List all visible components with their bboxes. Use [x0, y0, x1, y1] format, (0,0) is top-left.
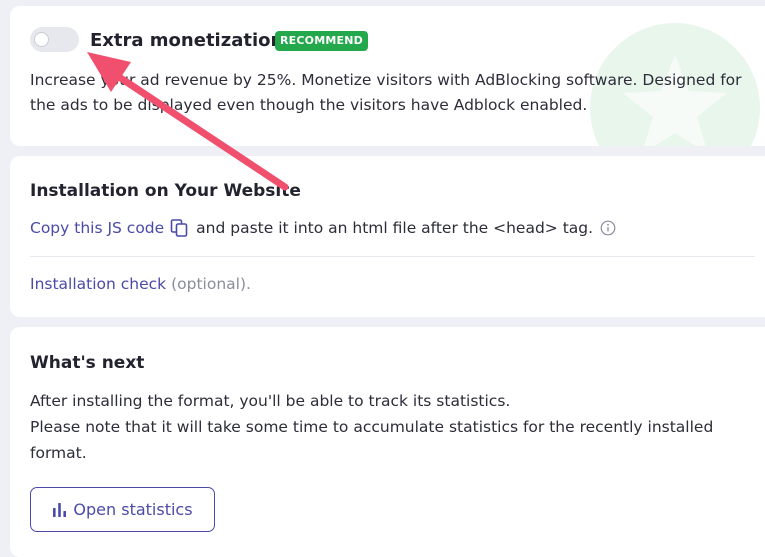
installation-card: Installation on Your Website Copy this J…	[10, 156, 765, 317]
whats-next-line-2: Please note that it will take some time …	[30, 418, 714, 462]
info-icon[interactable]	[600, 220, 616, 236]
installation-check-line: Installation check (optional).	[30, 275, 251, 293]
installation-instructions: Copy this JS code and paste it into an h…	[30, 219, 616, 237]
whats-next-title: What's next	[30, 353, 145, 373]
toggle-knob	[34, 32, 49, 47]
installation-check-optional: (optional).	[171, 275, 251, 293]
copy-icon[interactable]	[170, 219, 190, 237]
extra-monetization-card: Extra monetization RECOMMEND Increase yo…	[10, 6, 765, 146]
bar-chart-icon	[53, 503, 67, 517]
installation-title: Installation on Your Website	[30, 181, 301, 201]
divider	[30, 256, 755, 257]
open-statistics-button[interactable]: Open statistics	[30, 487, 215, 532]
installation-instruction-text: and paste it into an html file after the…	[196, 219, 594, 237]
copy-js-code-link[interactable]: Copy this JS code	[30, 219, 164, 237]
extra-monetization-title: Extra monetization	[90, 30, 284, 51]
open-statistics-label: Open statistics	[73, 500, 193, 519]
recommend-badge: RECOMMEND	[275, 31, 368, 51]
whats-next-line-1: After installing the format, you'll be a…	[30, 392, 511, 410]
extra-monetization-toggle[interactable]	[30, 27, 79, 52]
extra-monetization-description: Increase your ad revenue by 25%. Monetiz…	[30, 71, 742, 114]
installation-check-link[interactable]: Installation check	[30, 275, 166, 293]
whats-next-text: After installing the format, you'll be a…	[30, 388, 760, 466]
whats-next-card: What's next After installing the format,…	[10, 327, 765, 557]
